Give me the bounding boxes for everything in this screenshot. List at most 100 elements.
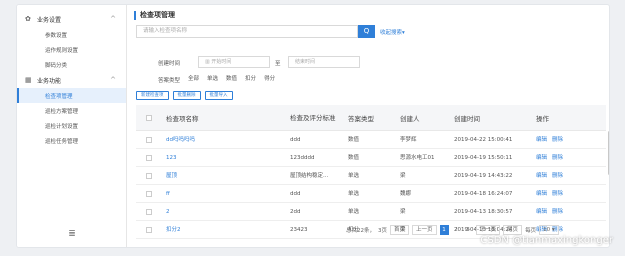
answer-type-label: 答案类型 [158,78,181,84]
col-time: 创建时间 [454,115,480,123]
col-creator: 创建人 [400,115,420,123]
cell-time: 2019-04-19 14:43:22 [454,173,513,179]
action-buttons: 新建检查项 批量删除 批量导入 [136,91,233,100]
cell-type: 单选 [348,209,360,215]
sidebar-item-rules[interactable]: 运作规则设置 [17,42,126,57]
sidebar-item-params[interactable]: 参数设置 [17,27,126,42]
page-size-select[interactable]: 10 ▾ [539,225,559,235]
sidebar-item-plans[interactable]: 巡检方案管理 [17,103,126,118]
next-page-button[interactable]: 下一页 [475,225,501,235]
edit-link[interactable]: 编辑 [536,149,547,167]
table-row[interactable]: dd吗吗吗吗 ddd 数值 李梦辉 2019-04-22 15:00:41 编辑 删除 [136,131,606,149]
last-page-button[interactable]: 尾页 [503,225,523,235]
delete-link[interactable]: 删除 [552,131,563,149]
cell-name[interactable]: 123 [166,149,177,167]
new-check-item-button[interactable]: 新建检查项 [136,91,169,100]
sidebar-group-business-settings[interactable]: ✿ 业务设置 ^ [17,11,126,27]
col-actions: 操作 [536,115,549,123]
search-icon[interactable]: Q [358,25,375,38]
start-date-input[interactable]: ▥ 开始时间 [198,56,270,68]
page-size-label: 每页 [525,228,537,234]
cell-name[interactable]: 扣分2 [166,221,181,239]
sidebar-group-business-functions[interactable]: ▦ 业务功能 ^ [17,72,126,88]
cell-name[interactable]: 屋顶 [166,167,177,185]
page-title: 检查项管理 [134,11,175,20]
col-name: 检查项名称 [166,115,199,123]
cell-creator: 李梦辉 [400,137,417,143]
delete-link[interactable]: 删除 [552,185,563,203]
prev-page-button[interactable]: 上一页 [412,225,437,235]
table-row[interactable]: 123 123dddd 数值 思源水电工01 2019-04-19 15:50:11 编辑… [136,149,606,167]
cell-name[interactable]: ff [166,185,170,203]
search-input[interactable]: 请输入检查项名称 [136,25,358,38]
pagination: 总共22条， 3页 首页 上一页 1 2 3 下一页 尾页 每页 10 ▾ [346,225,559,235]
table-row[interactable]: 屋顶 屋顶结构稳定... 单选 梁 2019-04-19 14:43:22 编辑 删除 [136,167,606,185]
first-page-button[interactable]: 首页 [390,225,410,235]
row-checkbox[interactable] [146,191,152,197]
delete-link[interactable]: 删除 [552,203,563,221]
page-3-button[interactable]: 3 [464,225,473,235]
table-scrollbar[interactable] [608,131,609,175]
cell-standard: 123dddd [290,155,315,161]
sidebar: ✿ 业务设置 ^ 参数设置 运作规则设置 脚码分类 ▦ 业务功能 ^ 检查项管理… [17,5,127,247]
cell-time: 2019-04-13 18:30:57 [454,209,513,215]
sidebar-group-label: 业务设置 [37,16,62,24]
gear-icon: ✿ [25,15,31,23]
cell-time: 2019-04-18 16:24:07 [454,191,513,197]
cell-creator: 梁 [400,209,406,215]
delete-link[interactable]: 删除 [552,167,563,185]
type-option-number[interactable]: 数值 [226,74,237,82]
cell-name[interactable]: 2 [166,203,170,221]
edit-link[interactable]: 编辑 [536,167,547,185]
cell-type: 单选 [348,191,360,197]
sidebar-group-label: 业务功能 [37,77,62,85]
cell-standard: 23423 [290,227,308,233]
edit-link[interactable]: 编辑 [536,185,547,203]
answer-type-filter: 全部 单选 数值 扣分 得分 [188,74,275,82]
chevron-up-icon: ^ [110,15,116,23]
advanced-search-toggle[interactable]: 收起搜索▾ [380,28,405,36]
watermark: CSDN @tianmaxingkonger [480,235,613,246]
cell-name[interactable]: dd吗吗吗吗 [166,131,195,149]
type-option-score[interactable]: 得分 [264,74,275,82]
cell-type: 单选 [348,173,360,179]
row-checkbox[interactable] [146,209,152,215]
collapse-menu-icon[interactable]: ≣ [17,229,127,239]
type-option-single[interactable]: 单选 [207,74,218,82]
row-checkbox[interactable] [146,155,152,161]
row-checkbox[interactable] [146,173,152,179]
select-all-checkbox[interactable] [146,115,152,121]
type-option-deduct[interactable]: 扣分 [245,74,256,82]
sidebar-item-category[interactable]: 脚码分类 [17,57,126,72]
cell-time: 2019-04-19 15:50:11 [454,155,513,161]
edit-link[interactable]: 编辑 [536,131,547,149]
delete-link[interactable]: 删除 [552,149,563,167]
col-type: 答案类型 [348,115,374,123]
page-2-button[interactable]: 2 [452,225,461,235]
batch-delete-button[interactable]: 批量删除 [172,91,201,100]
cell-creator: 梁 [400,173,406,179]
page-1-button[interactable]: 1 [439,225,449,235]
start-date-placeholder: 开始时间 [211,59,232,65]
create-time-label: 创建时间 [158,61,181,67]
batch-import-button[interactable]: 批量导入 [204,91,233,100]
end-date-input[interactable]: 结束时间 [288,56,360,68]
cell-type: 数值 [348,137,360,143]
row-checkbox[interactable] [146,137,152,143]
cell-standard: 屋顶结构稳定... [290,173,329,179]
row-checkbox[interactable] [146,227,152,233]
cell-standard: ddd [290,137,301,143]
total-count: 总共22条， [346,228,375,234]
page-count: 3页 [378,228,387,234]
cell-standard: 2dd [290,209,301,215]
sidebar-item-check-items[interactable]: 检查项管理 [17,88,126,103]
table-row[interactable]: 2 2dd 单选 梁 2019-04-13 18:30:57 编辑 删除 [136,203,606,221]
table-row[interactable]: ff ddd 单选 魏娜 2019-04-18 16:24:07 编辑 删除 [136,185,606,203]
sidebar-item-tasks[interactable]: 巡检任务管理 [17,133,126,148]
app-window: ✿ 业务设置 ^ 参数设置 运作规则设置 脚码分类 ▦ 业务功能 ^ 检查项管理… [16,4,610,248]
edit-link[interactable]: 编辑 [536,203,547,221]
to-label: 至 [275,61,281,67]
type-option-all[interactable]: 全部 [188,74,199,82]
sidebar-item-schedule[interactable]: 巡检计划设置 [17,118,126,133]
cell-type: 数值 [348,155,360,161]
